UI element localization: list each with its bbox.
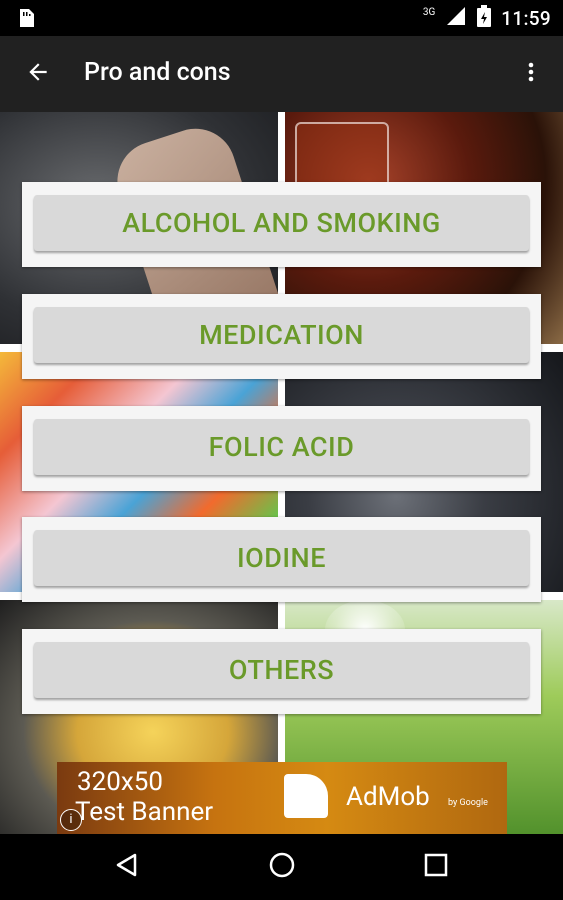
ad-size-label: 320x50	[77, 767, 163, 797]
overflow-menu-button[interactable]	[513, 56, 549, 92]
nav-recents-button[interactable]	[416, 847, 456, 887]
navigation-bar	[0, 834, 563, 900]
nav-back-icon	[114, 852, 140, 882]
back-button[interactable]	[20, 56, 56, 92]
sim-card-icon	[18, 9, 34, 27]
ad-info-icon[interactable]: i	[60, 809, 82, 831]
clock: 11:59	[501, 6, 551, 30]
more-vert-icon	[519, 60, 543, 88]
status-bar: 3G 11:59	[0, 0, 563, 36]
arrow-back-icon	[25, 59, 51, 89]
menu-card-folic-acid: FOLIC ACID	[22, 406, 541, 491]
battery-icon	[477, 5, 492, 31]
signal-icon	[445, 5, 467, 31]
alcohol-and-smoking-button[interactable]: ALCOHOL AND SMOKING	[34, 195, 529, 251]
others-button[interactable]: OTHERS	[34, 642, 529, 698]
iodine-button[interactable]: IODINE	[34, 530, 529, 586]
network-type: 3G	[422, 6, 436, 18]
ad-by-google-label: by Google	[448, 798, 488, 808]
folic-acid-button[interactable]: FOLIC ACID	[34, 419, 529, 475]
content-area: ALCOHOL AND SMOKING MEDICATION FOLIC ACI…	[0, 112, 563, 834]
page-title: Pro and cons	[84, 58, 231, 87]
ad-banner[interactable]: 320x50 Test Banner AdMob by Google i	[57, 762, 507, 834]
medication-button[interactable]: MEDICATION	[34, 307, 529, 363]
nav-home-icon	[268, 851, 296, 883]
nav-home-button[interactable]	[262, 847, 302, 887]
menu-card-iodine: IODINE	[22, 517, 541, 602]
admob-logo-icon	[284, 774, 328, 818]
app-bar: Pro and cons	[0, 36, 563, 112]
menu-card-others: OTHERS	[22, 629, 541, 714]
menu-card-medication: MEDICATION	[22, 294, 541, 379]
menu-card-alcohol: ALCOHOL AND SMOKING	[22, 182, 541, 267]
ad-brand-label: AdMob	[346, 782, 430, 812]
nav-recents-icon	[424, 853, 448, 881]
nav-back-button[interactable]	[107, 847, 147, 887]
ad-test-label: Test Banner	[75, 797, 214, 827]
